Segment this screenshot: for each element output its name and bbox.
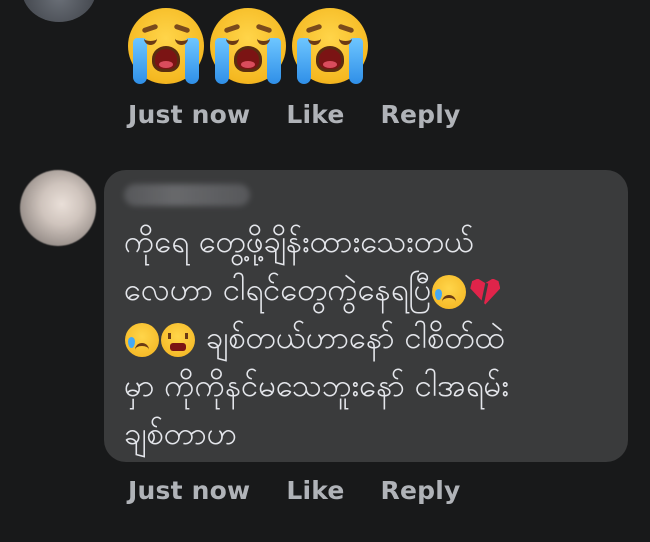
comment-line: ကိုရေ တွေ့ဖို့ချိန်းထားသေးတယ် <box>124 224 475 260</box>
comment-line: မှာ ကိုကိုနင်မသေဘူးနော် ငါအရမ်း <box>124 368 510 404</box>
comment-line: ချစ်တယ်ဟာနော် ငါစိတ်ထဲ <box>124 314 614 362</box>
loudly-crying-face-icon <box>292 8 368 84</box>
sad-but-relieved-face-icon <box>432 274 467 309</box>
comment-thread: Just now Like Reply ကိုရေ တွေ့ဖို့ချိန်း… <box>0 0 650 542</box>
broken-heart-icon <box>468 275 502 309</box>
like-button[interactable]: Like <box>286 476 344 505</box>
commenter-name-blurred[interactable] <box>124 184 250 206</box>
comment-line: ချစ်တာဟ <box>124 416 238 452</box>
loudly-crying-face-icon <box>210 8 286 84</box>
comment-actions: Just now Like Reply <box>128 476 461 505</box>
loudly-crying-face-icon <box>128 8 204 84</box>
timestamp[interactable]: Just now <box>128 476 250 505</box>
avatar[interactable] <box>22 0 96 22</box>
disappointed-relieved-face-icon <box>125 322 159 357</box>
comment-text: ကိုရေ တွေ့ဖို့ချိန်းထားသေးတယ် လေဟာ ငါရင်… <box>124 218 614 458</box>
comment-line: လေဟာ ငါရင်တွေကွဲနေရပြီ <box>124 266 614 314</box>
reply-button[interactable]: Reply <box>381 100 461 129</box>
timestamp[interactable]: Just now <box>128 100 250 129</box>
avatar[interactable] <box>20 170 96 246</box>
comment-bubble: ကိုရေ တွေ့ဖို့ချိန်းထားသေးတယ် လေဟာ ငါရင်… <box>104 170 628 462</box>
comment-actions: Just now Like Reply <box>128 100 461 129</box>
tired-face-icon <box>161 322 195 357</box>
emoji-comment <box>128 8 368 84</box>
like-button[interactable]: Like <box>286 100 344 129</box>
reply-button[interactable]: Reply <box>381 476 461 505</box>
